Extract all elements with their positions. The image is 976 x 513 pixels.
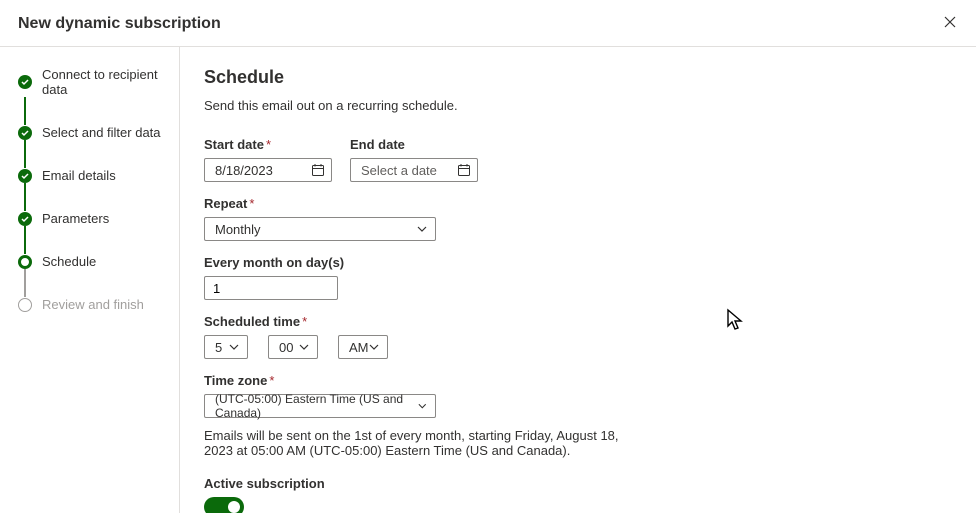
step-label: Review and finish (42, 297, 144, 312)
step-label: Email details (42, 168, 116, 183)
end-date-field: End date Select a date (350, 137, 478, 182)
check-icon (18, 126, 32, 140)
chevron-down-icon (369, 344, 379, 350)
page-subheading: Send this email out on a recurring sched… (204, 98, 952, 113)
chevron-down-icon (229, 344, 239, 350)
check-icon (18, 212, 32, 226)
content-pane: Schedule Send this email out on a recurr… (180, 47, 976, 513)
schedule-summary-text: Emails will be sent on the 1st of every … (204, 428, 644, 458)
days-input[interactable] (204, 276, 338, 300)
days-label: Every month on day(s) (204, 255, 952, 270)
step-label: Parameters (42, 211, 109, 226)
start-date-field: Start date* 8/18/2023 (204, 137, 332, 182)
close-button[interactable] (940, 12, 960, 36)
step-connect-recipient-data[interactable]: Connect to recipient data (18, 67, 179, 97)
start-date-label: Start date* (204, 137, 332, 152)
active-subscription-toggle[interactable] (204, 497, 244, 513)
step-review-finish[interactable]: Review and finish (18, 297, 179, 312)
calendar-icon (457, 163, 471, 177)
step-select-filter-data[interactable]: Select and filter data (18, 125, 179, 140)
dialog-title: New dynamic subscription (18, 15, 221, 33)
minute-select[interactable]: 00 (268, 335, 318, 359)
calendar-icon (311, 163, 325, 177)
hour-value: 5 (215, 340, 222, 355)
page-heading: Schedule (204, 67, 952, 88)
start-date-input[interactable]: 8/18/2023 (204, 158, 332, 182)
start-date-value: 8/18/2023 (215, 163, 273, 178)
hour-select[interactable]: 5 (204, 335, 248, 359)
step-connector (24, 140, 26, 168)
step-connector (24, 269, 26, 297)
dialog-header: New dynamic subscription (0, 0, 976, 47)
close-icon (944, 16, 956, 28)
toggle-knob (228, 501, 240, 513)
wizard-steps: Connect to recipient data Select and fil… (0, 47, 180, 513)
check-icon (18, 169, 32, 183)
step-parameters[interactable]: Parameters (18, 211, 179, 226)
pending-step-icon (18, 298, 32, 312)
repeat-select[interactable]: Monthly (204, 217, 436, 241)
step-connector (24, 97, 26, 125)
end-date-input[interactable]: Select a date (350, 158, 478, 182)
step-connector (24, 226, 26, 254)
timezone-value: (UTC-05:00) Eastern Time (US and Canada) (215, 392, 418, 420)
step-label: Connect to recipient data (42, 67, 179, 97)
ampm-select[interactable]: AM (338, 335, 388, 359)
chevron-down-icon (299, 344, 309, 350)
active-subscription-label: Active subscription (204, 476, 952, 491)
scheduled-time-label: Scheduled time* (204, 314, 952, 329)
chevron-down-icon (418, 403, 427, 409)
chevron-down-icon (417, 226, 427, 232)
step-label: Schedule (42, 254, 96, 269)
step-connector (24, 183, 26, 211)
ampm-value: AM (349, 340, 369, 355)
check-icon (18, 75, 32, 89)
step-schedule[interactable]: Schedule (18, 254, 179, 269)
timezone-label: Time zone* (204, 373, 952, 388)
end-date-label: End date (350, 137, 478, 152)
timezone-select[interactable]: (UTC-05:00) Eastern Time (US and Canada) (204, 394, 436, 418)
repeat-value: Monthly (215, 222, 261, 237)
current-step-icon (18, 255, 32, 269)
end-date-placeholder: Select a date (361, 163, 437, 178)
step-email-details[interactable]: Email details (18, 168, 179, 183)
minute-value: 00 (279, 340, 293, 355)
repeat-label: Repeat* (204, 196, 952, 211)
step-label: Select and filter data (42, 125, 161, 140)
